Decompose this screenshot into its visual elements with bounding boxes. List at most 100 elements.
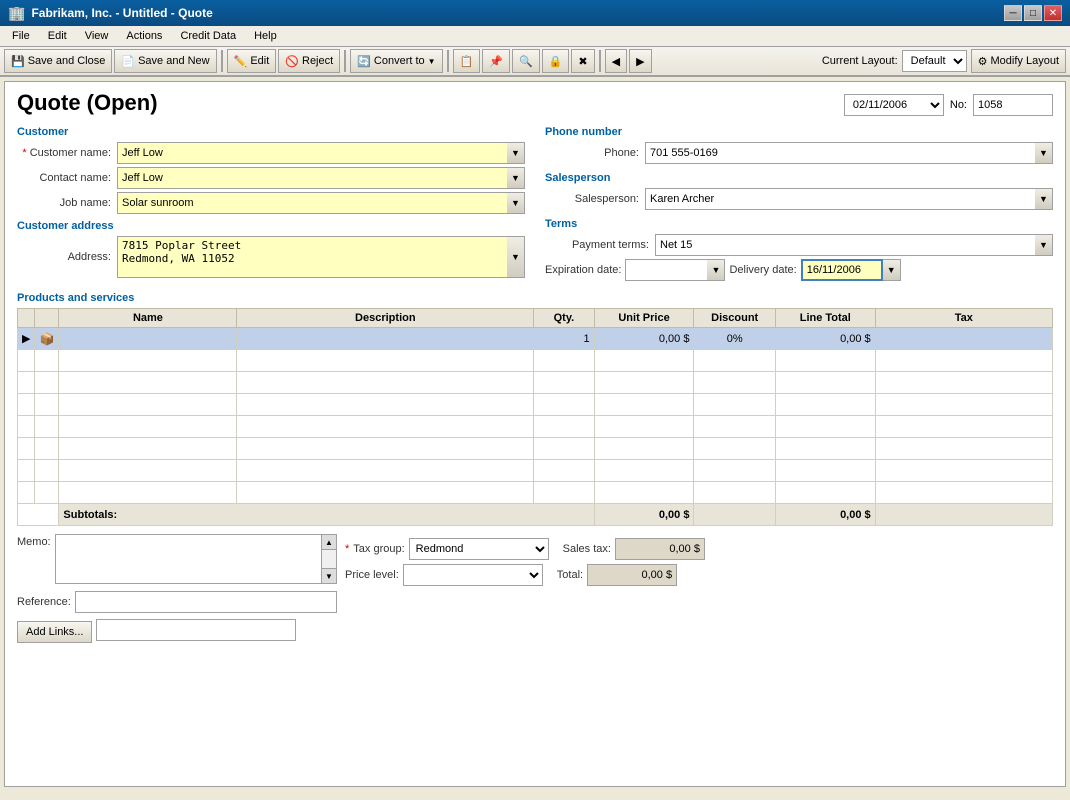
phone-dropdown[interactable]: ▼: [1035, 142, 1053, 164]
modify-layout-button[interactable]: ⚙ Modify Layout: [971, 49, 1066, 73]
scroll-up-button[interactable]: ▲: [321, 534, 337, 550]
col-price-header: Unit Price: [594, 309, 694, 328]
layout-select[interactable]: Default: [902, 50, 967, 72]
reject-button[interactable]: 🚫 Reject: [278, 49, 340, 73]
reject-icon: 🚫: [285, 55, 299, 68]
customer-name-input[interactable]: [117, 142, 507, 164]
col-total-header: Line Total: [775, 309, 875, 328]
delivery-input[interactable]: [801, 259, 883, 281]
row-total-cell[interactable]: 0,00 $: [775, 328, 875, 350]
convert-icon: 🔄: [357, 55, 371, 68]
contact-name-wrap: ▼: [117, 167, 525, 189]
convert-dropdown-icon: ▼: [428, 57, 436, 66]
phone-label: Phone:: [545, 147, 645, 159]
menu-actions[interactable]: Actions: [118, 28, 170, 44]
menu-edit[interactable]: Edit: [40, 28, 75, 44]
required-star: *: [22, 147, 26, 159]
delivery-dropdown[interactable]: ▼: [883, 259, 901, 281]
salesperson-wrap: ▼: [645, 188, 1053, 210]
expiration-dropdown[interactable]: ▼: [707, 259, 725, 281]
tax-section: * Tax group: Redmond Sales tax: Price le…: [345, 534, 1053, 643]
edit-button[interactable]: ✏️ Edit: [227, 49, 277, 73]
address-dropdown[interactable]: ▼: [507, 236, 525, 278]
row-disc-cell[interactable]: 0%: [694, 328, 775, 350]
row-name-cell[interactable]: [59, 328, 237, 350]
row-arrow-cell: ▶: [18, 328, 35, 350]
save-new-button[interactable]: 📄 Save and New: [114, 49, 216, 73]
salesperson-input[interactable]: [645, 188, 1035, 210]
table-row[interactable]: [18, 482, 1053, 504]
close-button[interactable]: ✕: [1044, 5, 1062, 21]
find-button[interactable]: 🔍: [512, 49, 540, 73]
payment-terms-wrap: ▼: [655, 234, 1053, 256]
contact-name-input[interactable]: [117, 167, 507, 189]
subtotals-discount: 0,00 $: [594, 504, 694, 526]
save-close-button[interactable]: 💾 Save and Close: [4, 49, 112, 73]
menu-view[interactable]: View: [77, 28, 117, 44]
total-input[interactable]: [587, 564, 677, 586]
row-qty-cell[interactable]: 1: [534, 328, 594, 350]
maximize-button[interactable]: □: [1024, 5, 1042, 21]
back-icon: ◀: [612, 55, 620, 68]
memo-input[interactable]: [55, 534, 337, 584]
payment-terms-input[interactable]: [655, 234, 1035, 256]
convert-to-button[interactable]: 🔄 Convert to ▼: [350, 49, 442, 73]
window-title: Fabrikam, Inc. - Untitled - Quote: [31, 6, 212, 20]
sales-tax-input[interactable]: [615, 538, 705, 560]
tax-required-star: *: [345, 543, 349, 555]
back-button[interactable]: ◀: [605, 49, 627, 73]
expiration-input[interactable]: [625, 259, 707, 281]
customer-name-row: * Customer name: ▼: [17, 142, 525, 164]
quote-date-select[interactable]: 02/11/2006: [844, 94, 944, 116]
price-level-wrap: [403, 564, 543, 586]
job-name-label: Job name:: [17, 197, 117, 209]
table-row[interactable]: [18, 438, 1053, 460]
payment-terms-dropdown[interactable]: ▼: [1035, 234, 1053, 256]
table-row[interactable]: [18, 394, 1053, 416]
job-name-wrap: ▼: [117, 192, 525, 214]
paste-button[interactable]: 📌: [482, 49, 510, 73]
memo-section: Memo: ▲ ▼ Reference: Add Links...: [17, 534, 337, 643]
tax-group-wrap: Redmond: [409, 538, 549, 560]
row-price-cell[interactable]: 0,00 $: [594, 328, 694, 350]
scroll-down-button[interactable]: ▼: [321, 568, 337, 584]
table-row[interactable]: [18, 460, 1053, 482]
phone-input[interactable]: [645, 142, 1035, 164]
lock-button[interactable]: 🔒: [542, 49, 570, 73]
product-icon: 📦: [39, 332, 54, 346]
add-links-button[interactable]: Add Links...: [17, 621, 92, 643]
edit-icon: ✏️: [234, 55, 248, 68]
table-row[interactable]: [18, 350, 1053, 372]
expiration-wrap: ▼: [625, 259, 725, 281]
table-row[interactable]: [18, 416, 1053, 438]
reference-input[interactable]: [75, 591, 337, 613]
copy-button[interactable]: 📋: [453, 49, 481, 73]
menu-credit-data[interactable]: Credit Data: [172, 28, 244, 44]
tax-group-select[interactable]: Redmond: [409, 538, 549, 560]
address-row: Address: 7815 Poplar Street Redmond, WA …: [17, 236, 525, 278]
contact-name-label: Contact name:: [17, 172, 117, 184]
salesperson-dropdown[interactable]: ▼: [1035, 188, 1053, 210]
menu-file[interactable]: File: [4, 28, 38, 44]
table-row[interactable]: ▶ 📦 1 0,00 $ 0% 0,00 $: [18, 328, 1053, 350]
menu-help[interactable]: Help: [246, 28, 285, 44]
forward-button[interactable]: ▶: [629, 49, 651, 73]
row-desc-cell[interactable]: [237, 328, 534, 350]
table-row[interactable]: [18, 372, 1053, 394]
right-section: Phone number Phone: ▼ Salesperson Salesp…: [545, 126, 1053, 284]
minimize-button[interactable]: ─: [1004, 5, 1022, 21]
delete-button[interactable]: ✖: [571, 49, 594, 73]
links-input[interactable]: [96, 619, 296, 641]
row-tax-cell[interactable]: [875, 328, 1052, 350]
price-level-select[interactable]: [403, 564, 543, 586]
customer-name-dropdown[interactable]: ▼: [507, 142, 525, 164]
col-tax-header: Tax: [875, 309, 1052, 328]
customer-section-title: Customer: [17, 126, 525, 138]
products-section-title: Products and services: [17, 292, 1053, 304]
quote-no-input[interactable]: [973, 94, 1053, 116]
contact-name-dropdown[interactable]: ▼: [507, 167, 525, 189]
app-icon: 🏢: [8, 5, 25, 22]
address-input[interactable]: 7815 Poplar Street Redmond, WA 11052: [117, 236, 507, 278]
job-name-input[interactable]: [117, 192, 507, 214]
job-name-dropdown[interactable]: ▼: [507, 192, 525, 214]
